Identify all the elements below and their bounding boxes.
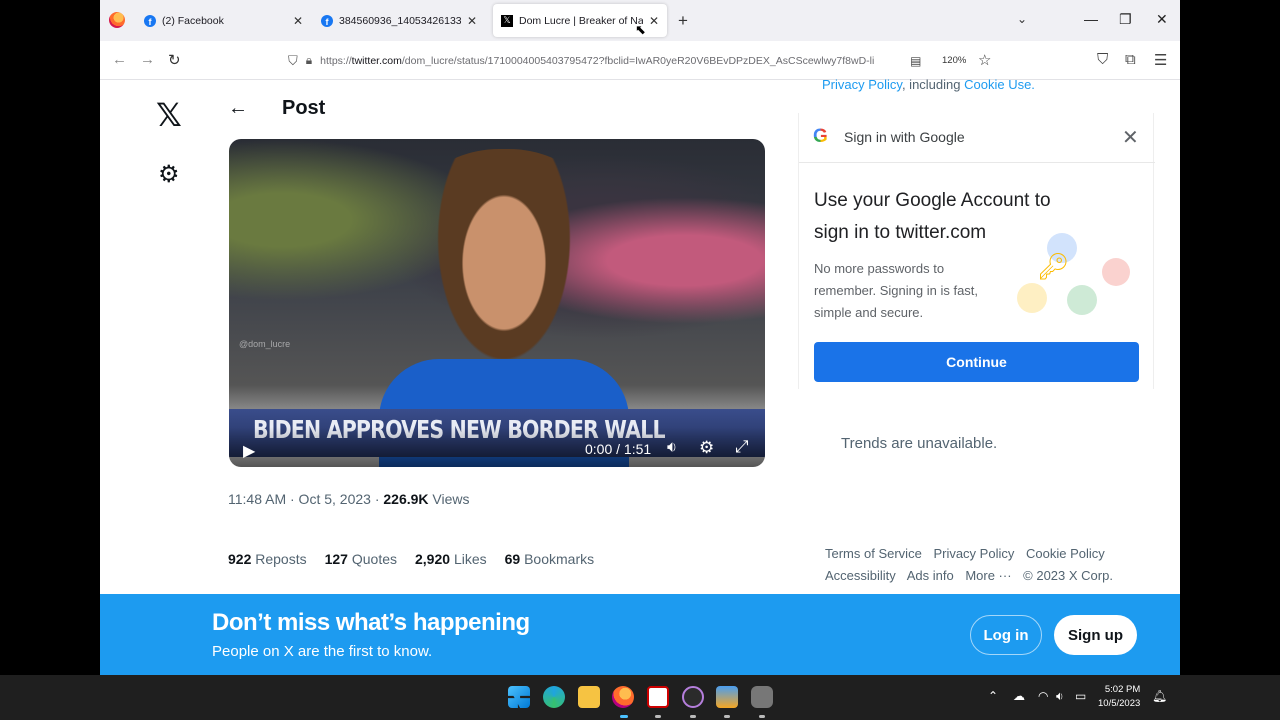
footer-copyright: © 2023 X Corp.: [1023, 568, 1113, 583]
google-popup-header: G Sign in with Google ✕: [799, 113, 1155, 163]
video-watermark: @dom_lucre: [239, 339, 291, 349]
views-count: 226.9K: [383, 491, 429, 507]
footer-cookie[interactable]: Cookie Policy: [1026, 546, 1105, 561]
google-sign-in-popup: G Sign in with Google ✕ Use your Google …: [798, 113, 1155, 389]
post-meta: 11:48 AM · Oct 5, 2023 · 226.9K Views: [228, 491, 470, 507]
clock-time: 5:02 PM: [1104, 684, 1141, 695]
forward-icon[interactable]: →: [140, 51, 155, 68]
close-icon[interactable]: ✕: [467, 14, 477, 28]
views-label: Views: [428, 491, 470, 507]
video-time: 0:00 / 1:51: [585, 441, 652, 457]
bookmark-star-icon[interactable]: ☆: [978, 51, 991, 69]
file-explorer-icon[interactable]: [578, 686, 600, 708]
footer-privacy[interactable]: Privacy Policy: [933, 546, 1014, 561]
google-popup-body: No more passwords to remember. Signing i…: [814, 261, 979, 320]
mouse-cursor-icon: ⬉: [635, 22, 646, 37]
chevron-up-icon[interactable]: ⌃: [988, 689, 998, 703]
minimize-button[interactable]: —: [1084, 11, 1098, 27]
document-app-icon[interactable]: [647, 686, 669, 708]
back-arrow-icon[interactable]: ←: [228, 97, 248, 120]
zoom-level[interactable]: 120%: [942, 55, 966, 66]
page-title: Post: [282, 97, 326, 119]
settings-gear-icon[interactable]: ⚙: [158, 160, 180, 189]
video-controls: ▶ 0:00 / 1:51 🔉︎ ⚙ ⤢: [229, 427, 765, 467]
system-clock[interactable]: 5:02 PM 10/5/2023: [1098, 683, 1140, 711]
wifi-icon[interactable]: ◠: [1038, 689, 1048, 703]
stat-quotes[interactable]: 127 Quotes: [325, 551, 397, 567]
video-settings-icon[interactable]: ⚙: [699, 438, 714, 458]
close-icon[interactable]: ✕: [293, 14, 303, 28]
tab-label: (2) Facebook: [162, 14, 224, 27]
shield-icon[interactable]: ⛉: [288, 53, 298, 69]
windows-start-icon[interactable]: [508, 686, 530, 708]
banner-subtitle: People on X are the first to know.: [212, 643, 433, 660]
tab-label: 384560936_1405342613352884_6: [339, 14, 461, 27]
new-tab-button[interactable]: +: [678, 11, 688, 31]
clock-date: 10/5/2023: [1098, 698, 1141, 709]
media-player-icon[interactable]: [682, 686, 704, 708]
footer-terms[interactable]: Terms of Service: [825, 546, 922, 561]
back-icon[interactable]: ←: [112, 51, 127, 68]
tab-strip: f (2) Facebook ✕ f 384560936_14053426133…: [100, 0, 1180, 41]
url-text[interactable]: https://twitter.com/dom_lucre/status/171…: [320, 55, 900, 67]
footer-accessibility[interactable]: Accessibility: [825, 568, 896, 583]
browser-window: f (2) Facebook ✕ f 384560936_14053426133…: [100, 0, 1180, 675]
facebook-icon: f: [321, 14, 333, 27]
camera-icon[interactable]: [751, 686, 773, 708]
firefox-icon[interactable]: [109, 12, 125, 28]
stat-likes[interactable]: 2,920 Likes: [415, 551, 487, 567]
menu-icon[interactable]: ☰: [1154, 51, 1167, 69]
stat-bookmarks[interactable]: 69 Bookmarks: [505, 551, 595, 567]
continue-button[interactable]: Continue: [814, 342, 1139, 382]
volume-icon[interactable]: 🔉︎: [667, 439, 677, 457]
lock-icon[interactable]: 🔒︎: [306, 53, 312, 68]
footer-more[interactable]: More ···: [965, 568, 1011, 583]
close-icon[interactable]: ✕: [649, 14, 659, 28]
banner-title: Don’t miss what’s happening: [212, 609, 530, 636]
post-stats: 922 Reposts 127 Quotes 2,920 Likes 69 Bo…: [228, 551, 594, 567]
cookie-use-link[interactable]: Cookie Use.: [964, 77, 1035, 92]
cloud-icon[interactable]: ☁: [1013, 689, 1025, 703]
list-all-tabs-icon[interactable]: ⌄: [1017, 12, 1027, 26]
reload-icon[interactable]: ↻: [168, 51, 181, 69]
privacy-policy-link[interactable]: Privacy Policy: [822, 77, 902, 92]
notification-bell-icon[interactable]: 🔔︎: [1152, 689, 1167, 703]
close-icon[interactable]: ✕: [1122, 125, 1139, 150]
play-icon[interactable]: ▶: [243, 441, 255, 461]
speaker-icon[interactable]: 🔉︎: [1056, 689, 1064, 704]
google-popup-title: Sign in with Google: [844, 129, 965, 145]
footer-links: Terms of Service Privacy Policy Cookie P…: [825, 543, 1125, 587]
restore-button[interactable]: ❐: [1119, 11, 1132, 28]
key-illustration-icon: 🔑︎: [1017, 233, 1132, 323]
navigation-bar: ← → ↻ ⛉ 🔒︎ https://twitter.com/dom_lucre…: [100, 41, 1180, 80]
video-editor-icon[interactable]: [716, 686, 738, 708]
pocket-icon[interactable]: ⛉: [1097, 51, 1108, 68]
url-bar[interactable]: ⛉ 🔒︎ https://twitter.com/dom_lucre/statu…: [280, 47, 1010, 74]
reader-view-icon[interactable]: ▤: [910, 54, 921, 68]
footer-ads-info[interactable]: Ads info: [907, 568, 954, 583]
extensions-icon[interactable]: ⧉: [1125, 51, 1136, 68]
battery-icon[interactable]: ▭: [1075, 689, 1086, 703]
tab-facebook[interactable]: f (2) Facebook ✕: [136, 4, 311, 37]
facebook-icon: f: [144, 14, 156, 27]
x-logo[interactable]: 𝕏: [156, 96, 182, 134]
taskbar: ⌃ ☁ ◠ 🔉︎ ▭ 5:02 PM 10/5/2023 🔔︎: [0, 675, 1280, 720]
tab-facebook-image[interactable]: f 384560936_1405342613352884_6 ✕: [313, 4, 485, 37]
signup-button[interactable]: Sign up: [1054, 615, 1137, 655]
trends-message: Trends are unavailable.: [841, 435, 998, 452]
privacy-notice: Privacy Policy, including Cookie Use.: [822, 77, 1035, 92]
video-player[interactable]: @dom_lucre BIDEN APPROVES NEW BORDER WAL…: [229, 139, 765, 467]
signup-banner: Don’t miss what’s happening People on X …: [100, 594, 1180, 675]
fullscreen-icon[interactable]: ⤢: [735, 437, 749, 457]
firefox-taskbar-icon[interactable]: [612, 686, 634, 708]
post-timestamp[interactable]: 11:48 AM · Oct 5, 2023 ·: [228, 491, 383, 507]
edge-icon[interactable]: [543, 686, 565, 708]
close-window-button[interactable]: ✕: [1156, 11, 1168, 28]
tab-label: Dom Lucre | Breaker of Narrati: [519, 14, 643, 27]
stat-reposts[interactable]: 922 Reposts: [228, 551, 307, 567]
x-icon: 𝕏: [501, 14, 513, 27]
google-icon: G: [813, 126, 828, 147]
login-button[interactable]: Log in: [970, 615, 1042, 655]
